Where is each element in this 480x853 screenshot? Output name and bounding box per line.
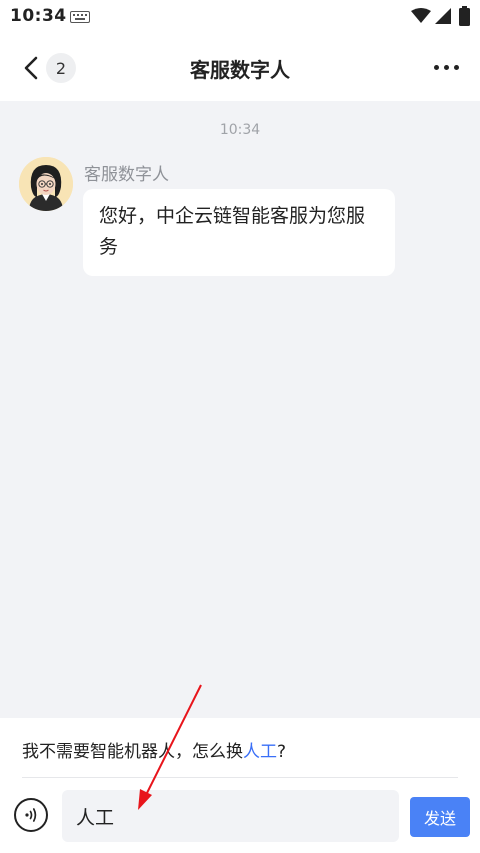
status-bar: 10:34 <box>0 0 480 34</box>
chat-timestamp: 10:34 <box>219 122 261 138</box>
suggestion-prefix: 我不需要智能机器人，怎么换 <box>22 742 243 762</box>
voice-input-button[interactable] <box>14 798 48 832</box>
avatar[interactable] <box>19 157 73 211</box>
more-button[interactable] <box>428 54 464 80</box>
unread-count-badge: 2 <box>46 53 76 83</box>
suggestion-suffix: ? <box>277 742 287 762</box>
keyboard-icon <box>70 11 90 23</box>
status-time: 10:34 <box>10 6 67 26</box>
voice-icon <box>25 808 37 822</box>
wifi-icon <box>411 8 431 23</box>
suggestion-text[interactable]: 我不需要智能机器人，怎么换人工? <box>22 737 286 762</box>
suggestion-area: 我不需要智能机器人，怎么换人工? <box>0 718 480 778</box>
back-button[interactable]: 2 <box>22 50 84 86</box>
avatar-portrait-icon <box>19 157 73 211</box>
send-button[interactable]: 发送 <box>410 797 470 837</box>
chat-area[interactable]: 10:34 客服数字人 您好，中企云链智能客服为您服务 <box>0 101 480 718</box>
signal-icon <box>435 8 451 24</box>
battery-icon <box>459 6 470 26</box>
sender-name: 客服数字人 <box>84 165 169 185</box>
page-title: 客服数字人 <box>190 58 290 82</box>
message-bubble[interactable]: 您好，中企云链智能客服为您服务 <box>83 189 395 276</box>
message-input[interactable]: 人工 <box>62 790 399 842</box>
input-bar: 人工 发送 <box>0 778 480 853</box>
chevron-left-icon <box>24 56 38 80</box>
nav-bar: 2 客服数字人 <box>0 34 480 101</box>
more-icon <box>433 64 439 70</box>
human-agent-link[interactable]: 人工 <box>243 742 277 762</box>
